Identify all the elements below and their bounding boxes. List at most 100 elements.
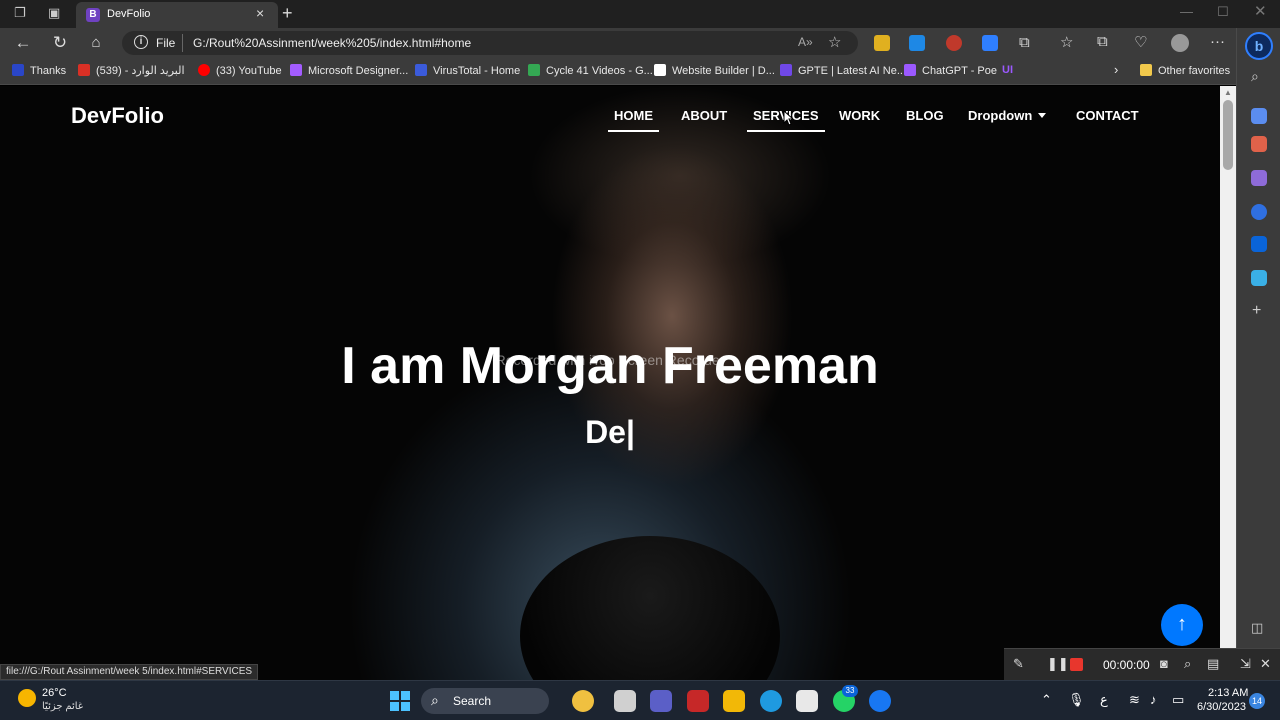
weather-partly-cloudy-icon[interactable] (18, 689, 36, 707)
pause-icon[interactable]: ❚❚ (1047, 656, 1069, 672)
copilot-icon[interactable] (1251, 204, 1267, 220)
page-scrollbar[interactable]: ▲ (1220, 86, 1236, 680)
camera-icon[interactable]: ◙ (1160, 656, 1168, 671)
extension-icon[interactable] (874, 35, 890, 51)
wifi-icon[interactable]: ≋ (1129, 692, 1140, 708)
windows-start-icon[interactable] (390, 691, 410, 711)
scroll-up-icon[interactable]: ▲ (1224, 88, 1232, 97)
close-tab-icon[interactable]: × (256, 5, 264, 21)
nav-dropdown[interactable]: Dropdown (968, 108, 1047, 123)
notification-badge[interactable]: 14 (1249, 693, 1265, 709)
profile-avatar[interactable] (1171, 34, 1189, 52)
back-to-top-button[interactable]: ↑ (1161, 604, 1203, 646)
new-tab-icon[interactable]: + (282, 3, 293, 24)
sidebar-toggle-icon[interactable]: ◫ (1251, 620, 1263, 636)
arrow-up-icon: ↑ (1177, 613, 1187, 635)
chevron-right-icon[interactable]: › (1114, 62, 1118, 77)
close-window-icon[interactable]: ✕ (1254, 2, 1267, 20)
youtube-icon (198, 64, 210, 76)
extension-icon[interactable] (946, 35, 962, 51)
nav-work[interactable]: WORK (839, 108, 880, 123)
facebook-icon[interactable] (869, 690, 891, 712)
search-icon[interactable]: ⌕ (1251, 68, 1259, 85)
show-hidden-icons-icon[interactable]: ⌃ (1041, 692, 1052, 708)
back-icon[interactable]: ← (13, 33, 33, 53)
bookmark-label: Website Builder | D... (672, 65, 775, 77)
extensions-puzzle-icon[interactable]: ⧉ (1019, 34, 1030, 51)
extension-icon[interactable] (982, 35, 998, 51)
recording-timer: 00:00:00 (1103, 658, 1150, 672)
chat-icon[interactable]: ▤ (1207, 656, 1219, 672)
add-icon[interactable]: + (1252, 302, 1261, 320)
games-icon[interactable] (1251, 170, 1267, 186)
browser-essentials-icon[interactable]: ♡ (1134, 33, 1147, 51)
bookmark-item[interactable]: VirusTotal - Home (415, 64, 520, 77)
bookmark-item[interactable]: Thanks (12, 64, 66, 77)
bookmark-item[interactable]: ChatGPT - Poe (904, 64, 997, 77)
screen-recorder-app-icon[interactable] (687, 690, 709, 712)
bookmark-item[interactable]: GPTE | Latest AI Ne... (780, 64, 906, 77)
nav-contact[interactable]: CONTACT (1076, 108, 1139, 123)
pen-icon[interactable]: ✎ (1013, 656, 1024, 672)
gpte-icon (780, 64, 792, 76)
minimize-icon[interactable]: — (1180, 4, 1193, 19)
virustotal-icon (415, 64, 427, 76)
battery-icon[interactable]: ▭ (1172, 692, 1184, 708)
favorites-icon[interactable]: ☆ (1060, 33, 1073, 51)
workspaces-icon[interactable]: ❐ (14, 5, 26, 21)
bookmark-item[interactable]: (539) - البريد الوارد (78, 64, 185, 77)
task-view-icon[interactable] (614, 690, 636, 712)
stop-record-button[interactable] (1070, 658, 1083, 671)
clock-time[interactable]: 2:13 AM (1208, 687, 1248, 699)
nav-home[interactable]: HOME (608, 108, 659, 132)
read-aloud-icon[interactable]: A» (798, 35, 813, 49)
info-icon[interactable]: i (134, 35, 148, 49)
scroll-thumb[interactable] (1223, 100, 1233, 170)
hero-background-image (520, 536, 780, 680)
bookmark-favicon-icon (12, 64, 24, 76)
site-logo[interactable]: DevFolio (71, 103, 164, 129)
edge-browser-icon[interactable] (760, 690, 782, 712)
ui-bookmark-icon[interactable]: UI (1002, 64, 1013, 76)
refresh-icon[interactable]: ↻ (50, 33, 70, 53)
download-icon[interactable] (909, 35, 925, 51)
tab-actions-icon[interactable]: ▣ (48, 5, 60, 21)
other-favorites[interactable]: Other favorites (1140, 64, 1230, 77)
maximize-icon[interactable]: ☐ (1217, 4, 1229, 20)
weather-temperature: 26°C (42, 687, 67, 699)
microphone-icon[interactable]: 🎙 (1068, 692, 1085, 708)
more-menu-icon[interactable]: ··· (1210, 33, 1225, 50)
taskbar-search[interactable]: ⌕ Search (421, 688, 549, 714)
widget-art-icon[interactable] (572, 690, 594, 712)
status-bar-url: file:///G:/Rout Assinment/week 5/index.h… (0, 664, 259, 680)
recorder-watermark: Recorded with iTop Screen Recorder (495, 352, 725, 368)
tab-devfolio[interactable]: B DevFolio × (76, 2, 278, 28)
zoom-icon[interactable]: ⌕ (1184, 656, 1191, 672)
clock-date[interactable]: 6/30/2023 (1197, 701, 1246, 713)
shopping-tag-icon[interactable] (1251, 108, 1267, 124)
bookmark-label: (539) - البريد الوارد (96, 65, 185, 77)
minimize-recorder-icon[interactable]: ⇲ (1240, 656, 1251, 672)
tools-icon[interactable] (1251, 136, 1267, 152)
volume-icon[interactable]: ♪ (1150, 692, 1157, 707)
bookmark-item[interactable]: Website Builder | D... (654, 64, 775, 77)
send-icon[interactable] (1251, 270, 1267, 286)
bookmark-item[interactable]: Microsoft Designer... (290, 64, 408, 77)
collections-icon[interactable]: ⧉ (1097, 33, 1108, 50)
close-recorder-icon[interactable]: ✕ (1260, 656, 1271, 672)
file-explorer-icon[interactable] (723, 690, 745, 712)
outlook-icon[interactable] (1251, 236, 1267, 252)
other-favorites-label: Other favorites (1158, 65, 1231, 77)
url-text[interactable]: G:/Rout%20Assinment/week%205/index.html#… (193, 36, 471, 50)
favorite-star-icon[interactable]: ☆ (828, 33, 841, 51)
nav-blog[interactable]: BLOG (906, 108, 944, 123)
bookmark-item[interactable]: (33) YouTube (198, 64, 282, 77)
teams-chat-icon[interactable] (650, 690, 672, 712)
bookmark-item[interactable]: Cycle 41 Videos - G... (528, 64, 653, 77)
nav-about[interactable]: ABOUT (681, 108, 727, 123)
input-language[interactable]: ع (1100, 692, 1108, 708)
home-icon[interactable]: ⌂ (86, 34, 106, 51)
address-bar[interactable]: i File G:/Rout%20Assinment/week%205/inde… (122, 31, 858, 55)
microsoft-store-icon[interactable] (796, 690, 818, 712)
bing-chat-icon[interactable]: b (1245, 32, 1273, 60)
